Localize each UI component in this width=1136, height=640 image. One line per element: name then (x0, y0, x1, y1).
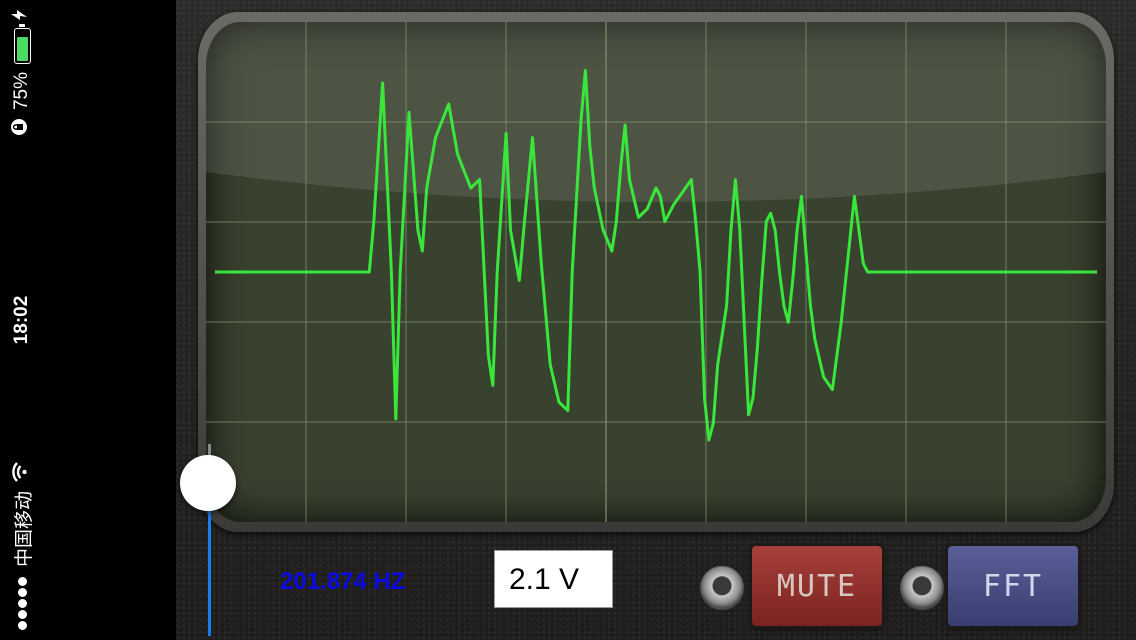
orientation-lock-icon (10, 118, 34, 136)
frequency-readout: 201.874 HZ (280, 568, 406, 595)
voltage-field[interactable]: 2.1 V (494, 550, 613, 608)
gain-slider-thumb[interactable] (180, 455, 236, 511)
waveform-display (206, 22, 1106, 522)
fft-indicator-led (900, 566, 944, 610)
charging-bolt-icon (11, 10, 33, 20)
status-bar: 中国移动 18:02 75% (0, 0, 44, 640)
battery-icon (13, 28, 31, 64)
status-time: 18:02 (11, 295, 32, 345)
oscilloscope-screen[interactable] (206, 22, 1106, 522)
oscilloscope-panel (176, 0, 1136, 640)
mute-indicator-led (700, 566, 744, 610)
mute-button[interactable]: MUTE (752, 546, 882, 626)
fft-button[interactable]: FFT (948, 546, 1078, 626)
battery-percent: 75% (11, 72, 32, 111)
screen-glare (206, 22, 1106, 202)
